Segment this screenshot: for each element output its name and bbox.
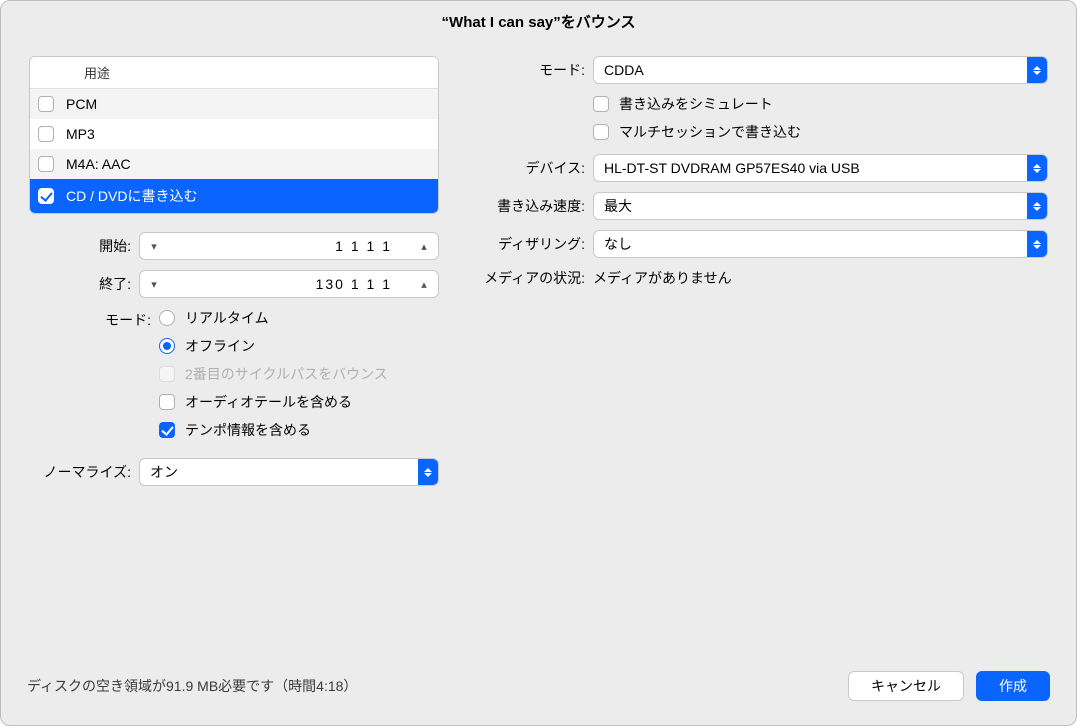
right-column: モード: CDDA 書き込みをシミュレート [463, 56, 1048, 653]
bounce-dialog: “What I can say”をバウンス 用途 PCM MP3 [0, 0, 1077, 726]
checkbox[interactable] [38, 96, 54, 112]
end-label: 終了: [29, 274, 139, 294]
dither-label: ディザリング: [463, 234, 593, 254]
end-value[interactable]: 130 1 1 1 [168, 276, 410, 292]
burn-mode-label: モード: [463, 60, 593, 80]
mode-label-left: モード: [29, 308, 159, 330]
chevron-up-icon[interactable]: ▴ [410, 240, 438, 253]
updown-icon[interactable] [1027, 193, 1047, 219]
checkbox[interactable] [593, 124, 609, 140]
radio-label: オフライン [185, 336, 255, 356]
radio[interactable] [159, 338, 175, 354]
simulate-checkbox[interactable]: 書き込みをシミュレート [593, 94, 1048, 114]
checkbox-label: 書き込みをシミュレート [619, 94, 773, 114]
radio[interactable] [159, 310, 175, 326]
updown-icon[interactable] [1027, 57, 1047, 83]
second-cycle-checkbox: 2番目のサイクルパスをバウンス [159, 364, 439, 384]
select-value: なし [604, 234, 1027, 254]
device-label: デバイス: [463, 158, 593, 178]
cancel-button[interactable]: キャンセル [848, 671, 964, 701]
destination-header: 用途 [30, 57, 438, 89]
select-value: オン [150, 462, 418, 482]
destination-label: MP3 [66, 126, 95, 142]
dialog-footer: ディスクの空き領域が91.9 MB必要です（時間4:18） キャンセル 作成 [1, 661, 1076, 725]
destination-label: CD / DVDに書き込む [66, 186, 197, 206]
checkbox-label: マルチセッションで書き込む [619, 122, 801, 142]
start-value[interactable]: 1 1 1 1 [168, 238, 410, 254]
mode-offline-option[interactable]: オフライン [159, 336, 439, 356]
updown-icon[interactable] [1027, 155, 1047, 181]
checkbox[interactable] [593, 96, 609, 112]
end-stepper[interactable]: ▾ 130 1 1 1 ▴ [139, 270, 439, 298]
checkbox [159, 366, 175, 382]
radio-label: リアルタイム [185, 308, 269, 328]
destination-label: M4A: AAC [66, 156, 131, 172]
create-button[interactable]: 作成 [976, 671, 1050, 701]
normalize-label: ノーマライズ: [29, 462, 139, 482]
speed-select[interactable]: 最大 [593, 192, 1048, 220]
start-label: 開始: [29, 236, 139, 256]
updown-icon[interactable] [1027, 231, 1047, 257]
media-status-label: メディアの状況: [463, 268, 593, 288]
start-stepper[interactable]: ▾ 1 1 1 1 ▴ [139, 232, 439, 260]
destination-label: PCM [66, 96, 97, 112]
updown-icon[interactable] [418, 459, 438, 485]
device-select[interactable]: HL-DT-ST DVDRAM GP57ES40 via USB [593, 154, 1048, 182]
checkbox-label: オーディオテールを含める [185, 392, 352, 412]
chevron-down-icon[interactable]: ▾ [140, 278, 168, 291]
destination-row-m4a[interactable]: M4A: AAC [30, 149, 438, 179]
left-column: 用途 PCM MP3 M4A: AAC [29, 56, 439, 653]
destination-row-pcm[interactable]: PCM [30, 89, 438, 119]
dialog-content: 用途 PCM MP3 M4A: AAC [1, 44, 1076, 661]
checkbox[interactable] [38, 126, 54, 142]
multisession-checkbox[interactable]: マルチセッションで書き込む [593, 122, 1048, 142]
mode-realtime-option[interactable]: リアルタイム [159, 308, 439, 328]
destination-list[interactable]: 用途 PCM MP3 M4A: AAC [29, 56, 439, 214]
burn-mode-select[interactable]: CDDA [593, 56, 1048, 84]
checkbox[interactable] [38, 156, 54, 172]
include-tail-checkbox[interactable]: オーディオテールを含める [159, 392, 439, 412]
select-value: HL-DT-ST DVDRAM GP57ES40 via USB [604, 160, 1027, 176]
dialog-title: “What I can say”をバウンス [1, 1, 1076, 44]
media-status-value: メディアがありません [593, 268, 732, 288]
checkbox[interactable] [38, 188, 54, 204]
chevron-up-icon[interactable]: ▴ [410, 278, 438, 291]
checkbox-label: 2番目のサイクルパスをバウンス [185, 364, 388, 384]
checkbox-label: テンポ情報を含める [185, 420, 311, 440]
destination-row-burn[interactable]: CD / DVDに書き込む [30, 179, 438, 213]
disk-space-note: ディスクの空き領域が91.9 MB必要です（時間4:18） [27, 676, 836, 696]
chevron-down-icon[interactable]: ▾ [140, 240, 168, 253]
checkbox[interactable] [159, 422, 175, 438]
select-value: CDDA [604, 62, 1027, 78]
include-tempo-checkbox[interactable]: テンポ情報を含める [159, 420, 439, 440]
dither-select[interactable]: なし [593, 230, 1048, 258]
speed-label: 書き込み速度: [463, 196, 593, 216]
normalize-select[interactable]: オン [139, 458, 439, 486]
select-value: 最大 [604, 196, 1027, 216]
destination-row-mp3[interactable]: MP3 [30, 119, 438, 149]
checkbox[interactable] [159, 394, 175, 410]
